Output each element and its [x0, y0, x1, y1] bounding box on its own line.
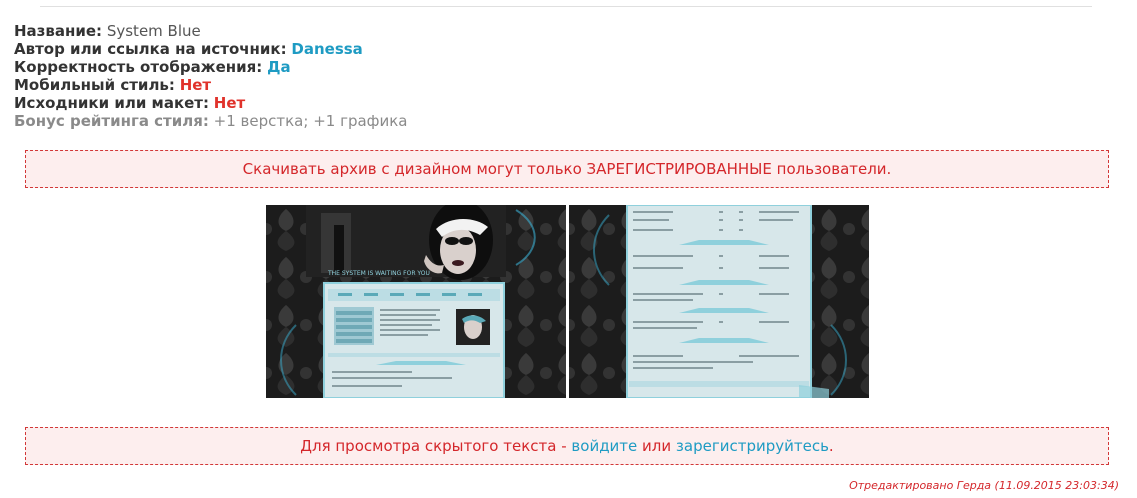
display-label: Корректность отображения:: [14, 58, 263, 76]
author-link[interactable]: Danessa: [291, 40, 362, 58]
info-sources-row: Исходники или макет: Нет: [14, 94, 408, 112]
style-info: Название: System Blue Автор или ссылка н…: [14, 22, 408, 130]
top-divider: [40, 6, 1092, 7]
info-author-row: Автор или ссылка на источник: Danessa: [14, 40, 408, 58]
name-value: System Blue: [106, 22, 201, 40]
bonus-label: Бонус рейтинга стиля:: [14, 112, 209, 130]
info-display-row: Корректность отображения: Да: [14, 58, 408, 76]
name-label: Название:: [14, 22, 103, 40]
info-bonus-row: Бонус рейтинга стиля: +1 верстка; +1 гра…: [14, 112, 408, 130]
display-value: Да: [267, 58, 291, 76]
sources-label: Исходники или макет:: [14, 94, 209, 112]
bonus-value: +1 верстка; +1 графика: [213, 112, 408, 130]
banner-text: THE SYSTEM IS WAITING FOR YOU: [327, 270, 430, 277]
author-label: Автор или ссылка на источник:: [14, 40, 287, 58]
hidden-notice-prefix: Для просмотра скрытого текста -: [300, 437, 572, 455]
mobile-label: Мобильный стиль:: [14, 76, 175, 94]
design-screenshot-2[interactable]: [569, 205, 869, 398]
hidden-text-notice: Для просмотра скрытого текста - войдите …: [25, 427, 1109, 465]
edited-note: Отредактировано Герда (11.09.2015 23:03:…: [849, 479, 1119, 492]
register-link[interactable]: зарегистрируйтесь: [676, 437, 829, 455]
design-preview-forum-image: [569, 205, 869, 398]
design-preview-header-image: THE SYSTEM IS WAITING FOR YOU: [266, 205, 566, 398]
mobile-value: Нет: [179, 76, 212, 94]
design-screenshot-1[interactable]: THE SYSTEM IS WAITING FOR YOU: [266, 205, 566, 398]
hidden-notice-middle: или: [637, 437, 676, 455]
download-restricted-notice: Скачивать архив с дизайном могут только …: [25, 150, 1109, 188]
sources-value: Нет: [213, 94, 246, 112]
hidden-notice-suffix: .: [828, 437, 834, 455]
info-name-row: Название: System Blue: [14, 22, 408, 40]
login-link[interactable]: войдите: [571, 437, 637, 455]
info-mobile-row: Мобильный стиль: Нет: [14, 76, 408, 94]
